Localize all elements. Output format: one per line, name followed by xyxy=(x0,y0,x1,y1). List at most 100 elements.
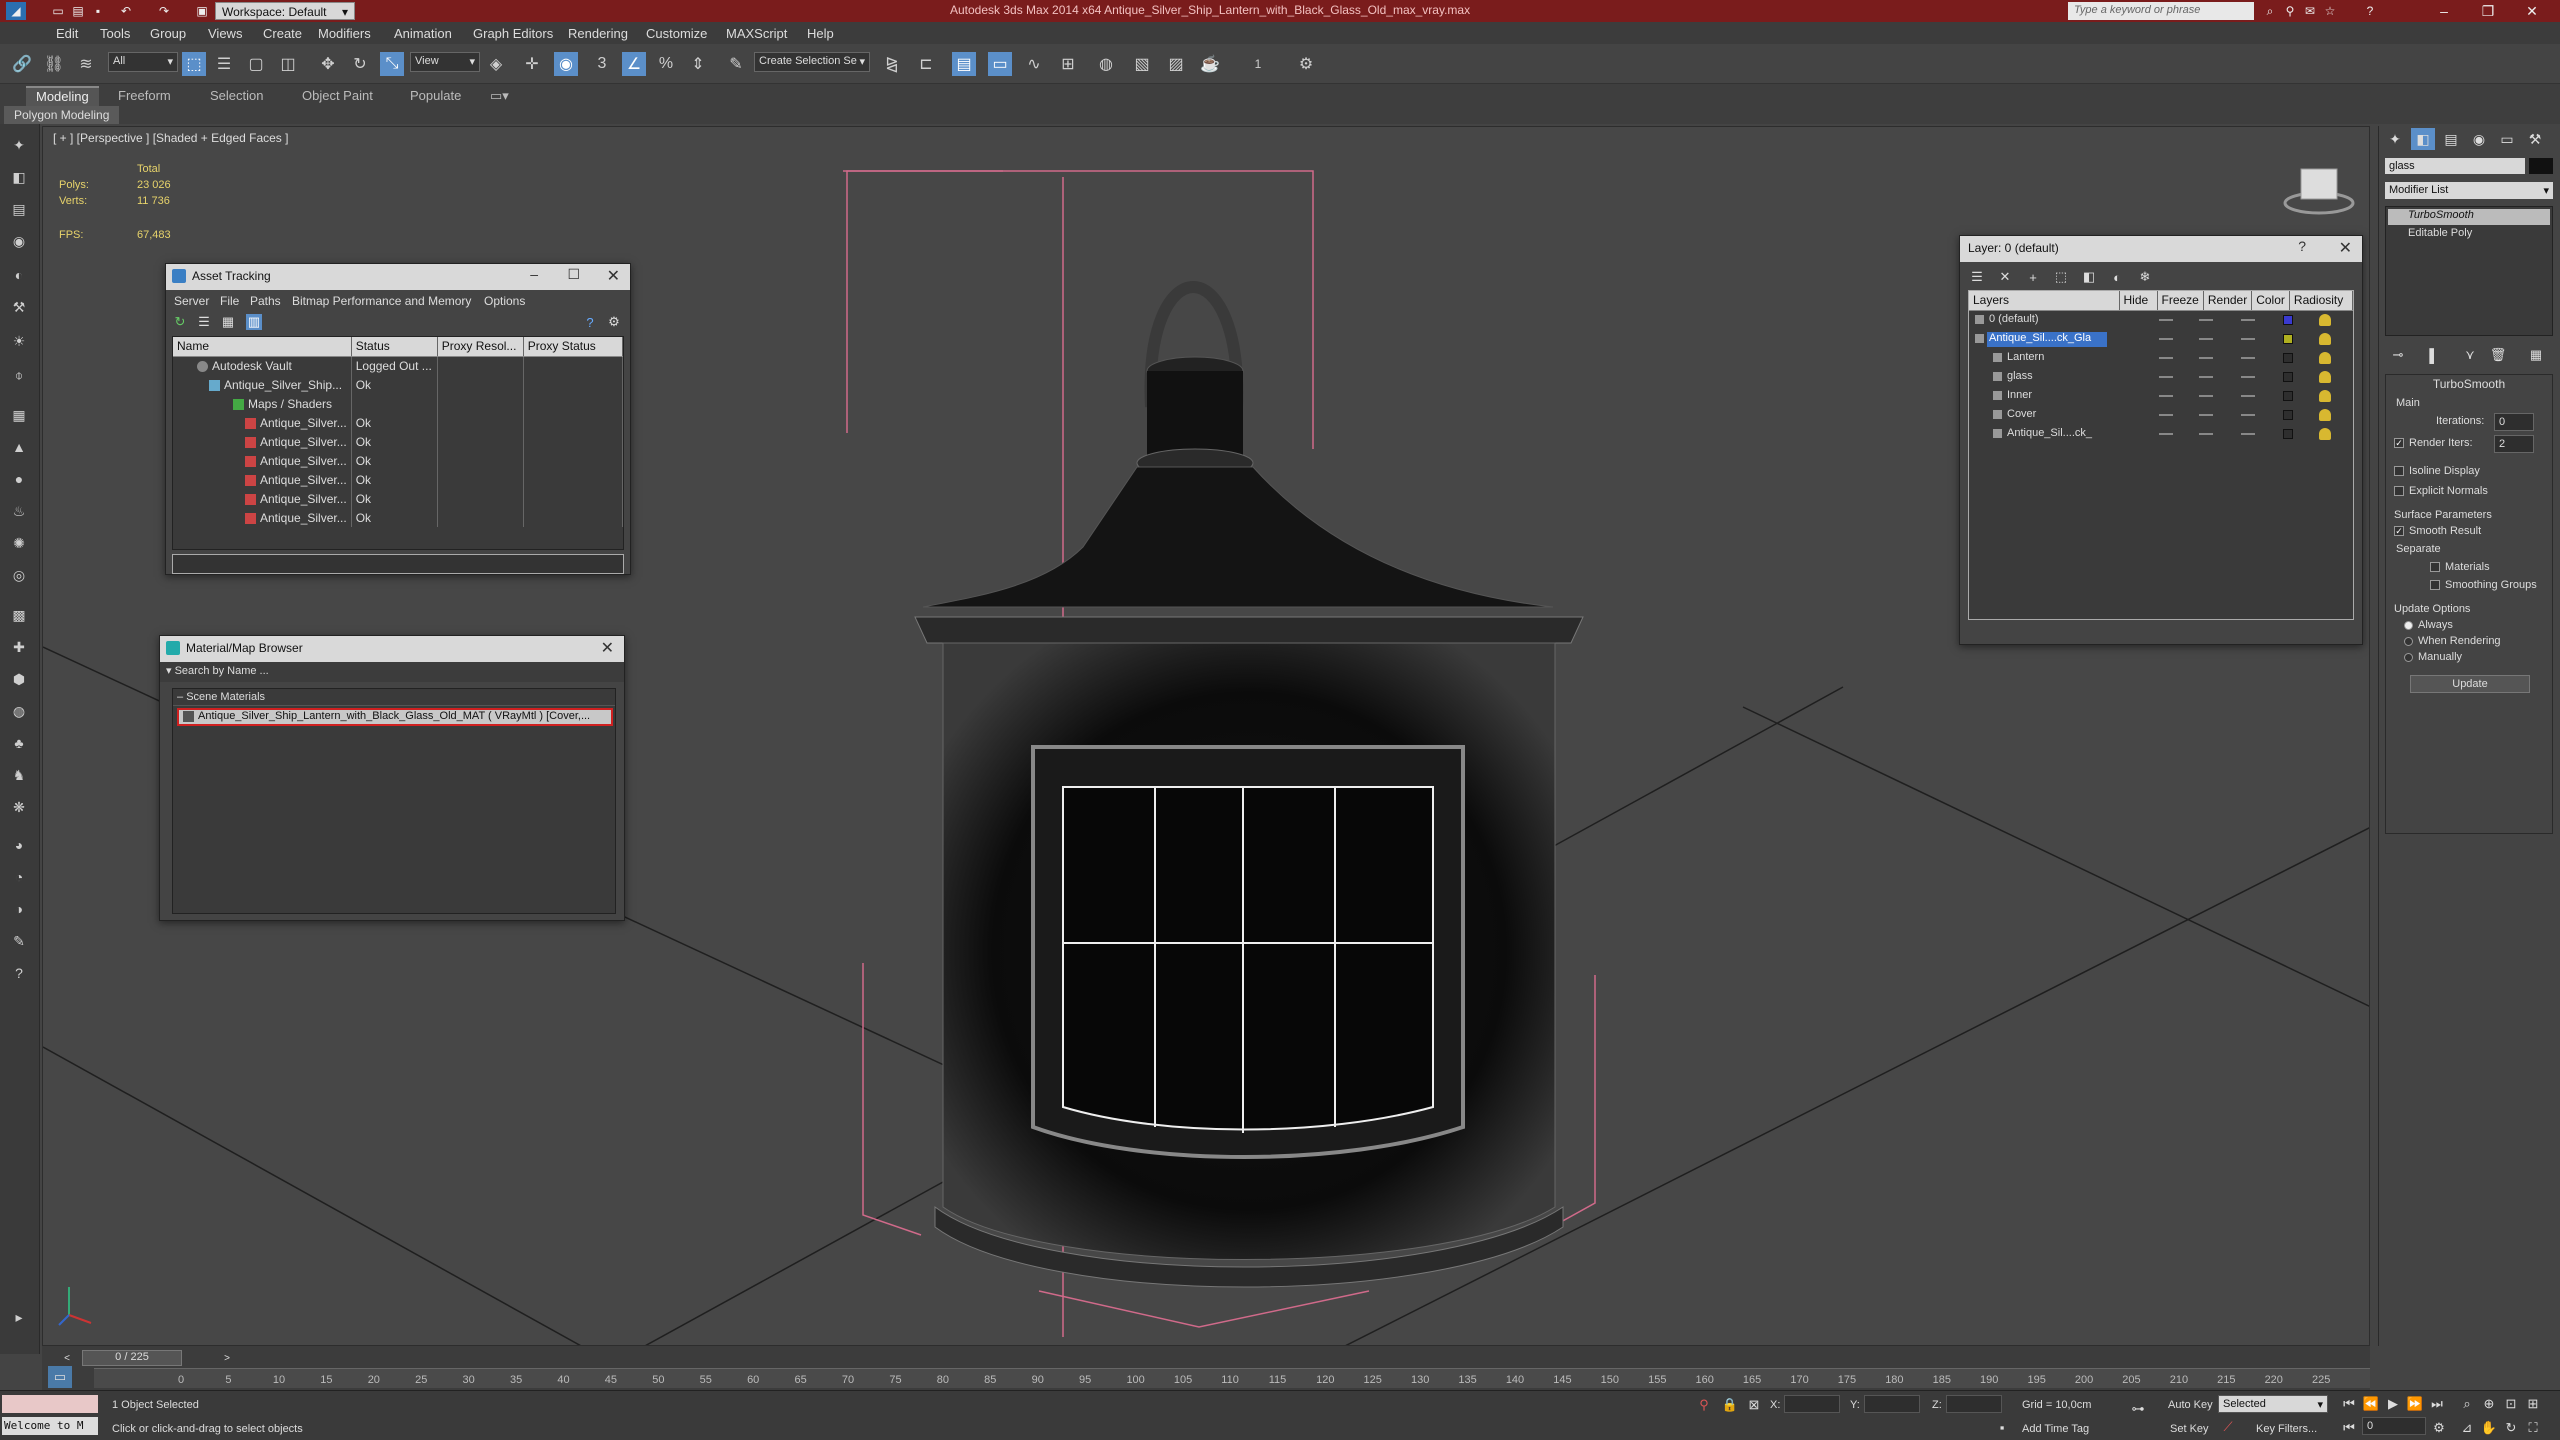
hide-all-icon[interactable]: ◐ xyxy=(2108,268,2126,286)
align-icon[interactable]: ⊏ xyxy=(914,52,938,76)
globe-icon[interactable]: ◍ xyxy=(8,700,30,722)
set-key-button[interactable]: Set Key xyxy=(2170,1423,2209,1435)
hide-toggle-icon[interactable] xyxy=(2159,394,2173,397)
menu-edit[interactable]: Edit xyxy=(56,26,78,41)
table-row[interactable]: Antique_Silver_Ship... Ok xyxy=(173,375,623,394)
material-list[interactable]: – Scene Materials Antique_Silver_Ship_La… xyxy=(172,688,616,914)
new-file-icon[interactable]: ▭ xyxy=(50,3,66,19)
grid-view-icon[interactable]: ▥ xyxy=(246,314,262,330)
radiosity-lamp-icon[interactable] xyxy=(2319,389,2331,402)
layer-dialog[interactable]: Layer: 0 (default) ? ✕ ☰ ✕ + ⬚ ◧ ◐ ❄ Lay… xyxy=(1959,235,2363,645)
refresh-icon[interactable]: ↻ xyxy=(172,314,188,330)
materials-checkbox[interactable]: Materials xyxy=(2430,561,2490,573)
menu-rendering[interactable]: Rendering xyxy=(568,26,628,41)
minimize-icon[interactable]: – xyxy=(2424,0,2464,22)
curve-editor-icon[interactable]: ∿ xyxy=(1022,52,1046,76)
select-object-icon[interactable]: ⬚ xyxy=(182,52,206,76)
help-icon[interactable]: ? xyxy=(2362,3,2378,19)
maximize-icon[interactable]: ☐ xyxy=(567,266,580,283)
link-icon[interactable]: 🔗 xyxy=(10,52,34,76)
spinner-snap-icon[interactable]: ⇕ xyxy=(686,52,710,76)
material-browser-titlebar[interactable]: Material/Map Browser ✕ xyxy=(160,636,624,662)
named-selection-dropdown[interactable]: Create Selection Se ▾ xyxy=(754,52,870,72)
save-file-icon[interactable]: ▪ xyxy=(90,3,106,19)
hide-toggle-icon[interactable] xyxy=(2159,356,2173,359)
table-row[interactable]: Inner xyxy=(1969,387,2353,406)
stack-item-turbosmooth[interactable]: TurboSmooth xyxy=(2388,209,2550,225)
select-move-icon[interactable]: ✥ xyxy=(316,52,340,76)
pivot-center-icon[interactable]: ◈ xyxy=(484,52,508,76)
remove-modifier-icon[interactable]: 🗑 xyxy=(2489,346,2507,364)
cone-icon[interactable]: ▲ xyxy=(8,436,30,458)
tree-icon[interactable]: ♣ xyxy=(8,732,30,754)
table-row[interactable]: Maps / Shaders xyxy=(173,394,623,413)
settings-icon[interactable]: ⚙ xyxy=(606,314,622,330)
search-input[interactable]: Type a keyword or phrase xyxy=(2068,2,2254,20)
radiosity-lamp-icon[interactable] xyxy=(2319,370,2331,383)
go-to-end-icon[interactable]: ⏭ xyxy=(2428,1395,2446,1413)
hide-toggle-icon[interactable] xyxy=(2159,375,2173,378)
render-toggle-icon[interactable] xyxy=(2241,432,2255,435)
display-tab-icon[interactable]: ▭ xyxy=(2495,128,2519,150)
render-toggle-icon[interactable] xyxy=(2241,318,2255,321)
menu-modifiers[interactable]: Modifiers xyxy=(318,26,371,41)
menu-graph-editors[interactable]: Graph Editors xyxy=(473,26,553,41)
object-name-field[interactable]: glass xyxy=(2385,158,2525,174)
table-row[interactable]: Antique_Silver... Ok xyxy=(173,432,623,451)
helper-icon[interactable]: ✚ xyxy=(8,636,30,658)
motion-icon[interactable]: ◉ xyxy=(8,230,30,252)
list-item[interactable]: Antique_Silver_Ship_Lantern_with_Black_G… xyxy=(177,708,613,726)
layer-table[interactable]: Layers Hide Freeze Render Color Radiosit… xyxy=(1968,290,2354,620)
freeze-toggle-icon[interactable] xyxy=(2199,375,2213,378)
always-radio[interactable]: Always xyxy=(2404,619,2453,631)
snaps-toggle-icon[interactable]: 3 xyxy=(590,52,614,76)
minimize-icon[interactable]: – xyxy=(530,266,538,282)
modify-tab-icon[interactable]: ◧ xyxy=(2411,128,2435,150)
col-layers[interactable]: Layers xyxy=(1969,291,2120,311)
col-status[interactable]: Status xyxy=(351,337,438,357)
select-scale-icon[interactable]: ⤡ xyxy=(380,52,404,76)
render-iters-input[interactable]: 2 xyxy=(2494,435,2534,453)
render-toggle-icon[interactable] xyxy=(2241,413,2255,416)
edit-named-selection-icon[interactable]: ✎ xyxy=(724,52,748,76)
tab-modeling[interactable]: Modeling xyxy=(26,86,99,106)
selection-set-dropdown[interactable]: Selected ▾ xyxy=(2218,1395,2328,1413)
freeze-toggle-icon[interactable] xyxy=(2199,394,2213,397)
col-hide[interactable]: Hide xyxy=(2119,291,2158,311)
rect-selection-region-icon[interactable]: ▢ xyxy=(244,52,268,76)
maxscript-listener-pink[interactable] xyxy=(2,1395,98,1413)
select-by-name-icon[interactable]: ☰ xyxy=(212,52,236,76)
help-icon[interactable]: ? xyxy=(582,314,598,330)
render-toggle-icon[interactable] xyxy=(2241,356,2255,359)
vray-sphere-icon[interactable]: ◑ xyxy=(8,898,30,920)
menu-options[interactable]: Options xyxy=(484,294,525,308)
layer-color-swatch[interactable] xyxy=(2283,333,2293,344)
key-filters-button[interactable]: Key Filters... xyxy=(2256,1423,2317,1435)
next-key-icon[interactable]: ⏩ xyxy=(2406,1395,2424,1413)
zoom-extents-all-icon[interactable]: ⊞ xyxy=(2524,1395,2542,1413)
menu-group[interactable]: Group xyxy=(150,26,186,41)
keyboard-shortcut-override-icon[interactable]: ◉ xyxy=(554,52,578,76)
redo-icon[interactable]: ↷ xyxy=(156,3,172,19)
tab-populate[interactable]: Populate xyxy=(410,88,461,103)
biped-icon[interactable]: ♞ xyxy=(8,764,30,786)
teapot-icon[interactable]: ♨ xyxy=(8,500,30,522)
mirror-icon[interactable]: ⧎ xyxy=(880,52,904,76)
update-button[interactable]: Update xyxy=(2410,675,2530,693)
tab-object-paint[interactable]: Object Paint xyxy=(302,88,373,103)
col-color[interactable]: Color xyxy=(2251,291,2290,311)
workspace-dropdown[interactable]: Workspace: Default ▾ xyxy=(215,2,355,20)
prev-key-icon[interactable]: ⏪ xyxy=(2362,1395,2380,1413)
menu-paths[interactable]: Paths xyxy=(250,294,281,308)
graphite-toolbar-icon[interactable]: ▭ xyxy=(988,52,1012,76)
schematic-view-icon[interactable]: ⊞ xyxy=(1056,52,1080,76)
radiosity-lamp-icon[interactable] xyxy=(2319,408,2331,421)
grid-icon[interactable]: ▩ xyxy=(8,604,30,626)
asset-table[interactable]: Name Status Proxy Resol... Proxy Status … xyxy=(172,336,624,550)
render-setup-icon[interactable]: ▧ xyxy=(1130,52,1154,76)
freeze-toggle-icon[interactable] xyxy=(2199,432,2213,435)
project-folder-icon[interactable]: ▣ xyxy=(194,3,210,19)
polygon-modeling-panel[interactable]: Polygon Modeling xyxy=(4,106,120,124)
set-key-icon[interactable]: ⊶ xyxy=(2128,1399,2148,1419)
undo-icon[interactable]: ↶ xyxy=(118,3,134,19)
